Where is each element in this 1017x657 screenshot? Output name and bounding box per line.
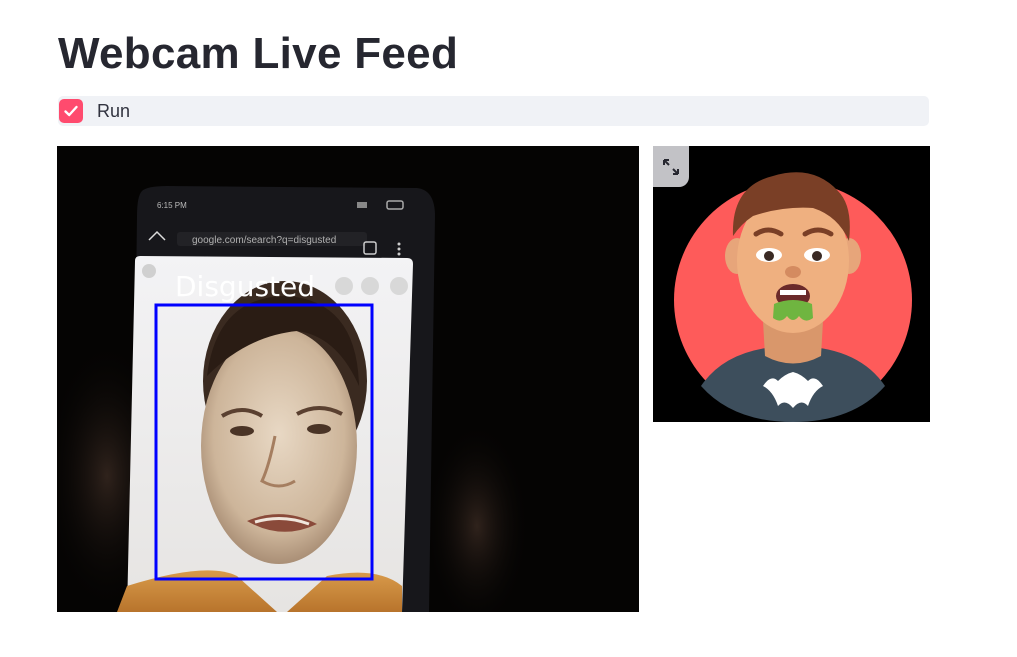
svg-text:6:15 PM: 6:15 PM <box>157 201 187 210</box>
fullscreen-button[interactable] <box>653 146 689 187</box>
emoji-image <box>653 146 930 422</box>
run-checkbox-row[interactable]: Run <box>58 96 929 126</box>
expand-icon <box>663 158 679 175</box>
emotion-label: Disgusted <box>175 270 315 303</box>
app-root: Webcam Live Feed Run 6:15 PM google.com/… <box>0 0 1017 657</box>
checkmark-icon <box>64 105 78 117</box>
run-checkbox[interactable] <box>59 99 83 123</box>
page-title: Webcam Live Feed <box>58 29 459 78</box>
webcam-frame: 6:15 PM google.com/search?q=disgusted Di… <box>57 146 639 612</box>
svg-text:google.com/search?q=disgusted: google.com/search?q=disgusted <box>192 235 336 246</box>
run-label: Run <box>97 100 131 121</box>
